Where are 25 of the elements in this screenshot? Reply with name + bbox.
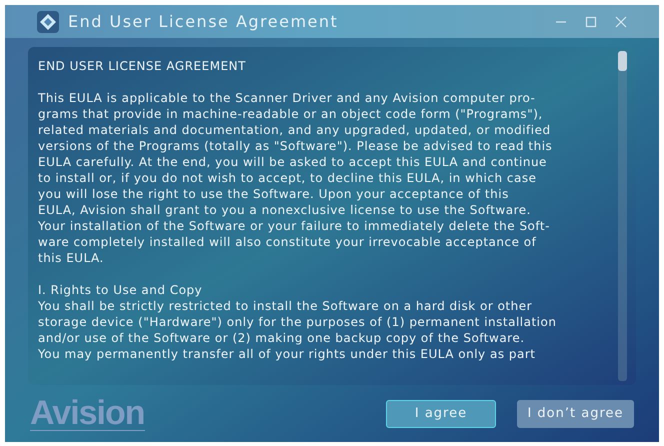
dialog-button[interactable]: I agree — [386, 400, 496, 428]
license-text-line: You may permanently transfer all of your rights under this EULA only as part — [38, 346, 536, 362]
license-text-line: and/or use of the Software or (2) making one backup copy of the Software. — [38, 330, 525, 346]
scrollbar-thumb[interactable] — [618, 51, 627, 71]
license-text-line: ware completely installed will also constitute your irrevocable acceptance of — [38, 234, 536, 250]
license-heading: END USER LICENSE AGREEMENT — [38, 58, 246, 74]
close-icon[interactable] — [615, 16, 627, 28]
license-text-line: this EULA. — [38, 250, 104, 266]
license-text-line: I. Rights to Use and Copy — [38, 282, 202, 298]
app-icon — [37, 10, 59, 32]
license-text-line: versions of the Programs (totally as "Software"). Please be advised to read this — [38, 138, 552, 154]
license-text-line: This EULA is applicable to the Scanner Driver and any Avision computer pro- — [38, 90, 536, 106]
license-text-line: you will lose the right to use the Software. Upon your acceptance of this — [38, 186, 509, 202]
license-text-line: to install or, if you do not wish to accept, to decline this EULA, in which case — [38, 170, 536, 186]
dialog-button[interactable]: I don’t agree — [517, 400, 634, 428]
license-text-line: EULA carefully. At the end, you will be asked to accept this EULA and continue — [38, 154, 547, 170]
maximize-icon[interactable] — [585, 16, 597, 28]
license-text-line: You shall be strictly restricted to install the Software on a hard disk or other — [38, 298, 532, 314]
license-text-line: storage device ("Hardware") only for the purposes of (1) permanent installation — [38, 314, 556, 330]
brand-logo: Avision — [30, 396, 145, 431]
license-text-line: related materials and documentation, and any upgraded, updated, or modified — [38, 122, 551, 138]
license-text-line: grams that provide in machine-readable or an object code form ("Programs"), — [38, 106, 543, 122]
license-text-line: Your installation of the Software or your failure to immediately delete the Soft- — [38, 218, 550, 234]
license-text-line: EULA, Avision shall grant to you a nonexclusive license to use the Software. — [38, 202, 531, 218]
window-title: End User License Agreement — [68, 10, 338, 32]
